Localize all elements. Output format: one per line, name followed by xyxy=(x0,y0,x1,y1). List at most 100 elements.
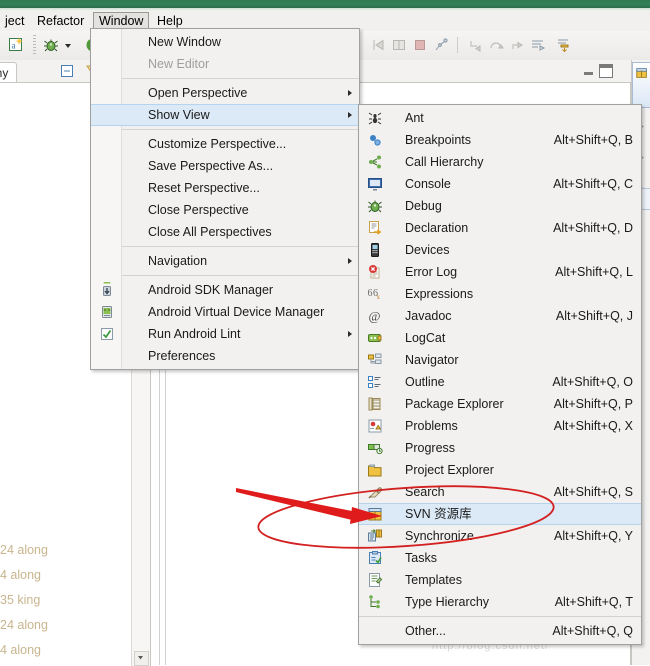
submenu-item-project-explorer[interactable]: Project Explorer xyxy=(359,459,641,481)
menu-item-close-perspective[interactable]: Close Perspective xyxy=(91,199,359,221)
list-item[interactable]: 35 king xyxy=(0,588,150,613)
submenu-item-shortcut: Alt+Shift+Q, S xyxy=(553,485,633,499)
submenu-item-shortcut: Alt+Shift+Q, X xyxy=(553,419,633,433)
submenu-item-progress[interactable]: Progress xyxy=(359,437,641,459)
submenu-item-debug[interactable]: Debug xyxy=(359,195,641,217)
submenu-item-console[interactable]: Console Alt+Shift+Q, C xyxy=(359,173,641,195)
submenu-arrow-icon xyxy=(348,258,352,264)
menu-item-customize-perspective[interactable]: Customize Perspective... xyxy=(91,133,359,155)
submenu-item-navigator[interactable]: Navigator xyxy=(359,349,641,371)
step-filters-icon[interactable] xyxy=(530,37,546,53)
submenu-item-tasks[interactable]: Tasks xyxy=(359,547,641,569)
submenu-item-devices[interactable]: Devices xyxy=(359,239,641,261)
submenu-item-shortcut: Alt+Shift+Q, Q xyxy=(552,624,633,638)
submenu-item-label: Outline xyxy=(405,375,445,389)
submenu-item-ant[interactable]: Ant xyxy=(359,107,641,129)
svg-text:x: x xyxy=(377,293,381,301)
submenu-item-shortcut: Alt+Shift+Q, J xyxy=(555,309,633,323)
submenu-item-package-explorer[interactable]: Package Explorer Alt+Shift+Q, P xyxy=(359,393,641,415)
submenu-item-svn-repository[interactable]: SVN 资源库 xyxy=(359,503,641,525)
disconnect-icon[interactable] xyxy=(433,37,449,53)
menu-item-close-all-perspectives[interactable]: Close All Perspectives xyxy=(91,221,359,243)
menu-separator xyxy=(121,78,359,79)
menu-item-label: Run Android Lint xyxy=(148,327,241,341)
menu-item-run-android-lint[interactable]: Run Android Lint xyxy=(91,323,359,345)
menu-item-new-window[interactable]: New Window xyxy=(91,31,359,53)
submenu-item-shortcut: Alt+Shift+Q, P xyxy=(553,397,633,411)
suspend-icon[interactable] xyxy=(391,37,407,53)
menubar-item-refactor[interactable]: Refactor xyxy=(32,13,89,30)
list-item[interactable]: 4 along xyxy=(0,638,150,663)
list-item[interactable]: 4 along xyxy=(0,563,150,588)
toolbar-drag-handle[interactable] xyxy=(33,35,36,55)
submenu-item-expressions[interactable]: 6 6 x Expressions xyxy=(359,283,641,305)
submenu-item-label: Navigator xyxy=(405,353,459,367)
menu-separator xyxy=(121,246,359,247)
menu-item-reset-perspective[interactable]: Reset Perspective... xyxy=(91,177,359,199)
right-view-tab-svn[interactable]: S xyxy=(632,62,650,108)
submenu-item-shortcut: Alt+Shift+Q, O xyxy=(552,375,633,389)
view-tab-type-hierarchy[interactable]: archy xyxy=(0,62,18,83)
menu-item-label: Preferences xyxy=(148,349,216,363)
step-over-icon[interactable] xyxy=(488,37,504,53)
submenu-item-label: Expressions xyxy=(405,287,474,301)
svg-text:6: 6 xyxy=(368,288,373,299)
submenu-item-search[interactable]: Search Alt+Shift+Q, S xyxy=(359,481,641,503)
menu-item-label: Show View xyxy=(148,108,210,122)
menu-item-show-view[interactable]: Show View xyxy=(91,104,359,126)
window-menu[interactable]: New Window New Editor Open Perspective S… xyxy=(90,28,360,370)
resume-icon[interactable] xyxy=(370,37,386,53)
new-android-xml-icon[interactable]: a xyxy=(8,37,24,53)
minimize-icon[interactable] xyxy=(584,66,595,75)
submenu-item-outline[interactable]: Outline Alt+Shift+Q, O xyxy=(359,371,641,393)
submenu-item-label: Search xyxy=(405,485,445,499)
menu-separator xyxy=(121,275,359,276)
submenu-item-javadoc[interactable]: @ Javadoc Alt+Shift+Q, J xyxy=(359,305,641,327)
step-into-icon[interactable] xyxy=(467,37,483,53)
submenu-item-type-hierarchy[interactable]: Type Hierarchy Alt+Shift+Q, T xyxy=(359,591,641,613)
submenu-item-label: Progress xyxy=(405,441,456,455)
submenu-item-templates[interactable]: Templates xyxy=(359,569,641,591)
submenu-separator xyxy=(359,616,641,617)
submenu-item-problems[interactable]: Problems Alt+Shift+Q, X xyxy=(359,415,641,437)
menu-item-preferences[interactable]: Preferences xyxy=(91,345,359,367)
menu-item-navigation[interactable]: Navigation xyxy=(91,250,359,272)
chevron-down-icon[interactable] xyxy=(63,37,73,53)
menu-item-android-sdk-manager[interactable]: Android SDK Manager xyxy=(91,279,359,301)
submenu-item-label: LogCat xyxy=(405,331,446,345)
menu-item-save-perspective-as[interactable]: Save Perspective As... xyxy=(91,155,359,177)
submenu-item-other[interactable]: Other... Alt+Shift+Q, Q xyxy=(359,620,641,642)
submenu-item-label: Error Log xyxy=(405,265,458,279)
submenu-item-label: Call Hierarchy xyxy=(405,155,484,169)
collapse-all-icon[interactable] xyxy=(60,64,74,81)
menu-item-android-virtual-device-manager[interactable]: Android Virtual Device Manager xyxy=(91,301,359,323)
submenu-item-label: Templates xyxy=(405,573,462,587)
submenu-item-breakpoints[interactable]: Breakpoints Alt+Shift+Q, B xyxy=(359,129,641,151)
export-icon[interactable] xyxy=(556,37,572,53)
submenu-item-logcat[interactable]: LogCat xyxy=(359,327,641,349)
submenu-item-synchronize[interactable]: Synchronize Alt+Shift+Q, Y xyxy=(359,525,641,547)
submenu-item-shortcut: Alt+Shift+Q, C xyxy=(553,177,633,191)
submenu-item-shortcut: Alt+Shift+Q, B xyxy=(553,133,633,147)
terminate-icon[interactable] xyxy=(412,37,428,53)
menubar-item-project[interactable]: ject xyxy=(0,13,29,30)
list-item[interactable]: 24 along xyxy=(0,613,150,638)
step-return-icon[interactable] xyxy=(509,37,525,53)
svg-text:a: a xyxy=(12,41,16,51)
submenu-item-call-hierarchy[interactable]: Call Hierarchy xyxy=(359,151,641,173)
menu-item-open-perspective[interactable]: Open Perspective xyxy=(91,82,359,104)
submenu-item-error-log[interactable]: Error Log Alt+Shift+Q, L xyxy=(359,261,641,283)
toolbar-separator xyxy=(457,37,458,53)
submenu-item-label: Synchronize xyxy=(405,529,474,543)
menu-item-label: Save Perspective As... xyxy=(148,159,274,173)
scroll-down-button[interactable] xyxy=(134,651,149,666)
menu-item-label: Customize Perspective... xyxy=(148,137,287,151)
menu-item-label: New Editor xyxy=(148,57,210,71)
maximize-icon[interactable] xyxy=(599,64,613,78)
debug-icon[interactable] xyxy=(43,37,59,53)
show-view-submenu[interactable]: Ant Breakpoints Alt+Shift+Q, B Call Hier… xyxy=(358,104,642,645)
submenu-item-declaration[interactable]: Declaration Alt+Shift+Q, D xyxy=(359,217,641,239)
submenu-item-shortcut: Alt+Shift+Q, L xyxy=(555,265,633,279)
submenu-item-label: Problems xyxy=(405,419,458,433)
list-item[interactable]: 24 along xyxy=(0,538,150,563)
